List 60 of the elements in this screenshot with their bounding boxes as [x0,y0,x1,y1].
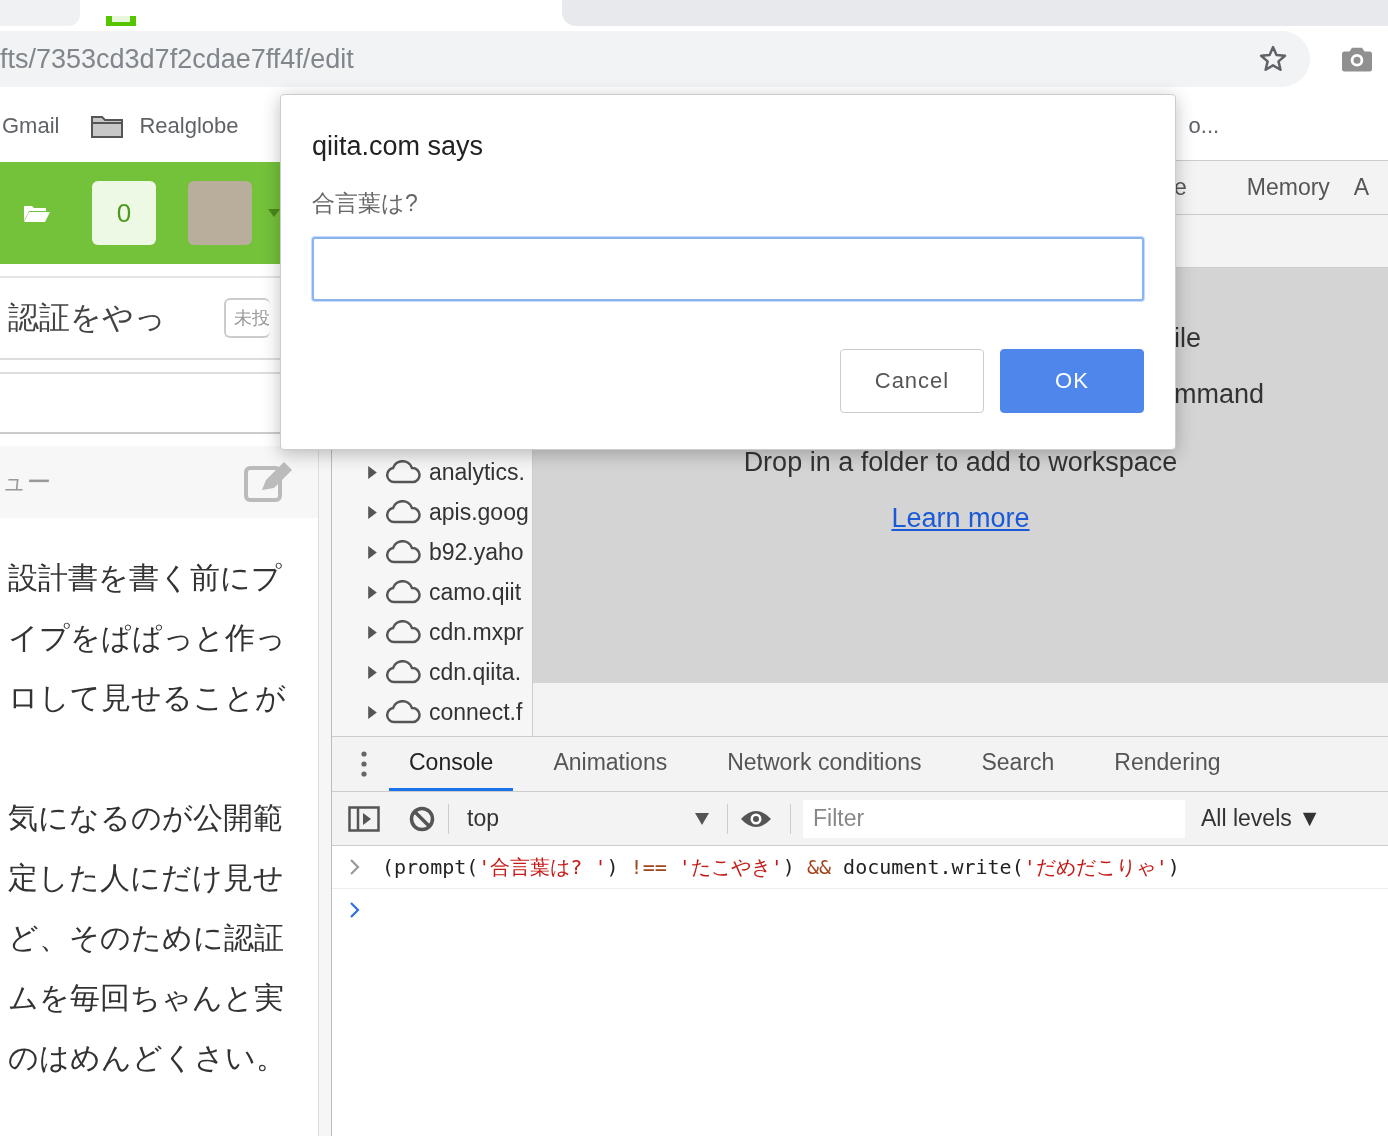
answer-field[interactable] [312,237,1144,301]
cloud-icon [385,460,421,484]
folder-icon[interactable] [91,114,124,138]
drawer-tab[interactable]: Search [961,737,1075,791]
clear-console-icon[interactable] [408,805,436,832]
chevron-icon [350,902,360,918]
domain-item[interactable]: camo.qiit [429,578,522,606]
paragraph-text: 気になるのが公開範 定した人にだけ見せ ど、そのために認証 ムを毎回ちゃんと実 のはめんどくさい。 [8,800,287,1076]
ok-button[interactable]: OK [1000,349,1144,413]
drawer-tab[interactable]: Rendering [1094,737,1241,791]
domain-item[interactable]: connect.f [429,698,523,726]
cloud-icon [385,500,421,524]
expand-arrow-icon[interactable] [368,505,377,519]
bookmark-star-icon[interactable] [1258,44,1288,74]
dialog-message: 合言葉は? [312,189,419,218]
favicon-icon [106,16,136,26]
cloud-icon [385,620,421,644]
panel-tab[interactable]: A [1341,174,1382,201]
cancel-button[interactable]: Cancel [840,349,984,413]
paragraph-text: 設計書を書く前にプ イプをぱぱっと作っ ロして見せることが [8,560,287,716]
bookmark-link[interactable]: Gmail [2,113,60,139]
sidebar-toggle-icon[interactable] [348,805,380,832]
domain-item[interactable]: b92.yaho [429,538,524,566]
context-dropdown[interactable]: top [449,805,727,832]
domain-item[interactable]: apis.goog [429,498,529,526]
domain-item[interactable]: cdn.qiita. [429,658,522,686]
cloud-icon [385,660,421,684]
status-badge: 未投 [224,298,270,338]
eye-icon[interactable] [740,808,772,829]
article-title: 認証をやっ [8,299,166,337]
expand-arrow-icon[interactable] [368,625,377,639]
hint-text: Drop in a folder to add to workspace [743,446,1178,479]
learn-more-link[interactable]: Learn more [891,498,1030,538]
filter-field[interactable]: Filter [803,799,1185,838]
cloud-icon [385,580,421,604]
drawer-tab[interactable]: Animations [533,737,688,791]
bookmark-link[interactable]: o... [1188,113,1220,139]
domain-item[interactable]: cdn.mxpr [429,618,524,646]
expand-arrow-icon[interactable] [368,465,377,479]
bookmark-link[interactable]: Realglobe [139,113,239,139]
domain-item[interactable]: analytics. [429,458,525,486]
hint-text: mmand [1174,378,1265,411]
camera-icon[interactable] [1342,46,1372,72]
cloud-icon [385,540,421,564]
expand-arrow-icon[interactable] [368,705,377,719]
url-text: fts/7353cd3d7f2cdae7ff4f/edit [0,43,354,75]
expand-arrow-icon[interactable] [368,585,377,599]
dialog-title: qiita.com says [312,131,485,162]
log-levels-dropdown[interactable]: All levels ▼ [1201,805,1321,832]
console-command: (prompt('合言葉は? ') !== 'たこやき') && document.write('だめだこりゃ') [382,853,1180,881]
cloud-icon [385,700,421,724]
expand-arrow-icon[interactable] [368,665,377,679]
expand-arrow-icon[interactable] [368,545,377,559]
drawer-tab[interactable]: Network conditions [707,737,942,791]
more-menu-icon[interactable] [361,751,367,777]
caret-icon [695,812,709,825]
chevron-icon [350,859,360,875]
hint-text: ile [1174,322,1201,355]
preview-label: ュー [2,467,51,497]
panel-tab[interactable]: Memory [1234,174,1342,201]
